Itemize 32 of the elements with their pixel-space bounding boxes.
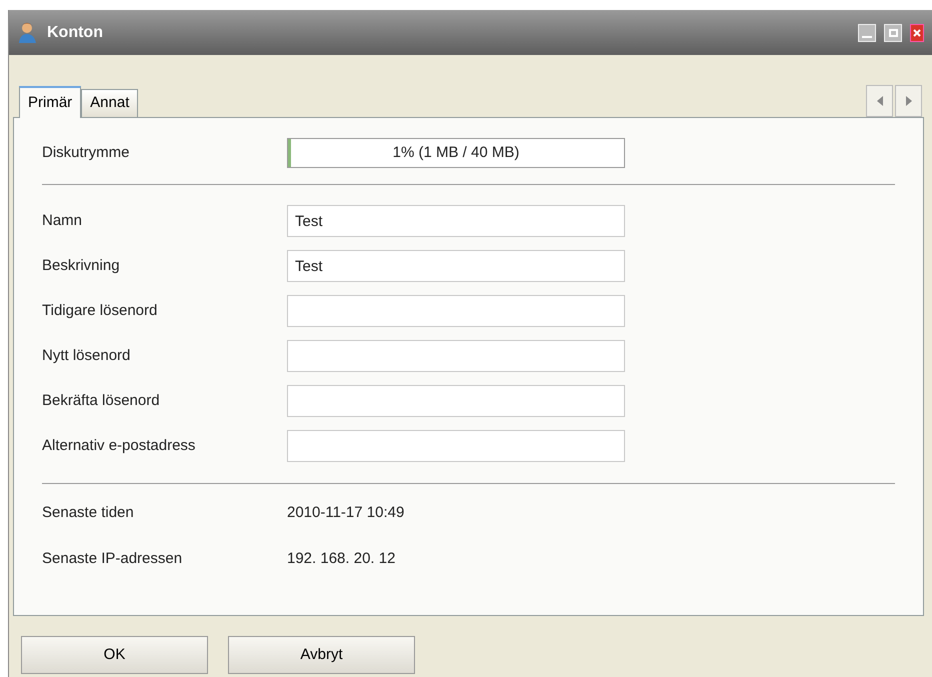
info-label: Senaste IP-adressen [42,548,184,569]
tab-scroll-left-button[interactable] [866,85,893,117]
dialog-button[interactable]: Avbryt [228,636,415,674]
field-label: Nytt lösenord [42,346,132,366]
field-label: Tidigare lösenord [42,300,158,321]
input-field[interactable] [287,430,625,462]
field-label: Bekräfta lösenord [42,390,161,411]
field-label: Alternativ e-postadress [42,436,196,456]
tab-scroll-right-button[interactable] [895,85,922,117]
field-label: Namn [42,210,84,231]
tab[interactable]: Primär [19,86,82,118]
disk-usage-reading: 1% (1 MB / 40 MB) [392,142,520,163]
dialog-button[interactable]: OK [21,636,208,674]
input-field[interactable] [287,340,625,372]
triangle-left-icon [876,96,882,106]
field-label: Beskrivning [42,256,121,276]
info-label: Senaste tiden [42,502,135,523]
input-field[interactable]: Test [287,250,625,282]
input-field[interactable] [287,295,625,327]
tab[interactable]: Annat [81,89,138,117]
user-icon [17,20,39,44]
close-icon [913,28,921,36]
disk-space-label: Diskutrymme [42,142,131,163]
minimize-button[interactable] [858,24,876,42]
triangle-right-icon [906,96,912,106]
input-field[interactable]: Test [287,205,625,237]
info-value: 2010-11-17 10:49 [287,502,404,523]
close-button[interactable] [910,24,924,42]
info-value: 192. 168. 20. 12 [287,548,396,569]
window-title: Konton [47,22,103,42]
maximize-button[interactable] [884,24,902,42]
input-field[interactable] [287,385,625,417]
